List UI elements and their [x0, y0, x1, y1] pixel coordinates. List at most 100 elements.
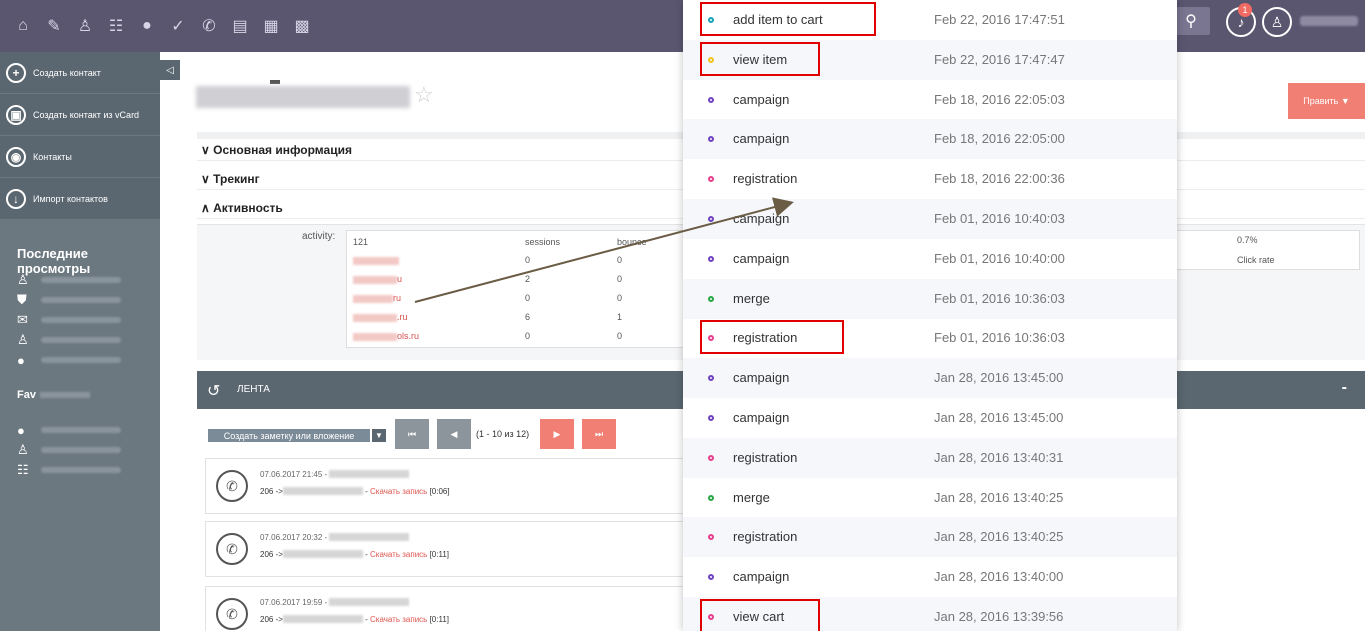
domain-blurred	[353, 276, 397, 284]
contacts-icon: ◉	[6, 146, 26, 167]
event-dot-icon	[708, 375, 714, 381]
sidebar-item-contacts[interactable]: ◉ Контакты	[0, 136, 160, 178]
collapse-sidebar-button[interactable]: ◁	[160, 60, 180, 80]
event-dot-icon	[708, 534, 714, 540]
prev-page-button[interactable]: ◀	[437, 419, 471, 449]
book-icon[interactable]: ▤	[227, 16, 253, 36]
event-row[interactable]: registration Feb 01, 2016 10:36:03	[683, 318, 1177, 358]
users-icon: ☷	[17, 462, 29, 477]
grid-icon[interactable]: ▩	[289, 16, 315, 36]
sessions-value: 0	[525, 293, 531, 303]
event-dot-icon	[708, 495, 714, 501]
domain-link[interactable]: .ru	[397, 312, 408, 322]
users-icon[interactable]: ☷	[103, 16, 129, 36]
event-row[interactable]: campaign Feb 01, 2016 10:40:00	[683, 239, 1177, 279]
domain-link[interactable]: u	[397, 274, 402, 284]
call-details: 206 -> - Скачать запись [0:11]	[260, 550, 449, 559]
event-row[interactable]: add item to cart Feb 22, 2016 17:47:51	[683, 0, 1177, 40]
edit-button[interactable]: Править ▼	[1288, 83, 1365, 119]
event-row[interactable]: campaign Feb 01, 2016 10:40:03	[683, 199, 1177, 239]
sessions-value: 6	[525, 312, 531, 322]
event-row[interactable]: campaign Feb 18, 2016 22:05:03	[683, 80, 1177, 120]
plus-icon: +	[6, 62, 26, 83]
call-time: 07.06.2017 19:59 -	[260, 597, 410, 607]
activity-table: 121 sessions bounce 0 0 u 2 0 ru 0 0 .ru…	[346, 230, 686, 348]
user-icon: ♙	[17, 272, 29, 287]
call-entry: ✆ 07.06.2017 19:59 - 206 -> - Скачать за…	[205, 586, 685, 631]
sidebar-item-create-vcard[interactable]: ▣ Создать контакт из vCard	[0, 94, 160, 136]
recent-views: Последние просмотры ♙ ⛊ ✉ ♙ ● Fav ● ♙ ☷	[0, 220, 160, 631]
download-record-link[interactable]: Скачать запись	[370, 550, 427, 559]
highlight-box	[700, 42, 820, 76]
call-entry: ✆ 07.06.2017 21:45 - 206 -> - Скачать за…	[205, 458, 685, 514]
bulb-icon[interactable]: ●	[134, 16, 160, 36]
event-name: registration	[733, 171, 798, 186]
vcard-icon: ▣	[6, 104, 26, 125]
event-date: Feb 01, 2016 10:36:03	[934, 291, 1065, 306]
domain-blurred	[353, 314, 397, 322]
click-rate-value: 0.7%	[1237, 235, 1258, 245]
event-row[interactable]: view cart Jan 28, 2016 13:39:56	[683, 597, 1177, 631]
sidebar-item-import[interactable]: ↓ Импорт контактов	[0, 178, 160, 220]
event-row[interactable]: merge Jan 28, 2016 13:40:25	[683, 478, 1177, 518]
check-icon[interactable]: ✓	[165, 16, 191, 36]
event-name: merge	[733, 291, 770, 306]
event-row[interactable]: campaign Jan 28, 2016 13:40:00	[683, 557, 1177, 597]
phone-icon[interactable]: ✆	[196, 16, 222, 36]
event-date: Jan 28, 2016 13:45:00	[934, 410, 1064, 425]
home-icon[interactable]: ⌂	[10, 16, 36, 36]
favorite-item[interactable]: ●	[0, 420, 160, 440]
event-row[interactable]: campaign Feb 18, 2016 22:05:00	[683, 119, 1177, 159]
event-date: Jan 28, 2016 13:40:00	[934, 569, 1064, 584]
last-page-button[interactable]: ⏭	[582, 419, 616, 449]
calendar-icon[interactable]: ▦	[258, 16, 284, 36]
event-name: campaign	[733, 251, 790, 266]
sidebar-item-create-contact[interactable]: + Создать контакт	[0, 52, 160, 94]
name-fragment	[270, 80, 280, 84]
favorite-item[interactable]: ☷	[0, 460, 160, 480]
event-row[interactable]: registration Jan 28, 2016 13:40:31	[683, 438, 1177, 478]
event-date: Feb 22, 2016 17:47:47	[934, 52, 1065, 67]
event-row[interactable]: campaign Jan 28, 2016 13:45:00	[683, 398, 1177, 438]
recent-item[interactable]: ♙	[0, 330, 160, 350]
search-icon[interactable]: ⚲	[1172, 7, 1210, 35]
sidebar-item-label: Создать контакт	[33, 67, 101, 78]
bounce-value: 0	[617, 274, 623, 284]
highlight-box	[700, 320, 844, 354]
star-icon[interactable]: ☆	[414, 82, 434, 108]
feed-title: ЛЕНТА	[237, 384, 270, 395]
create-note-button[interactable]: Создать заметку или вложение	[208, 429, 370, 442]
event-row[interactable]: campaign Jan 28, 2016 13:45:00	[683, 358, 1177, 398]
download-record-link[interactable]: Скачать запись	[370, 487, 427, 496]
bounce-value: 0	[617, 293, 623, 303]
favorite-item[interactable]: ♙	[0, 440, 160, 460]
sidebar-item-label: Создать контакт из vCard	[33, 109, 140, 120]
event-date: Feb 01, 2016 10:40:00	[934, 251, 1065, 266]
recent-item[interactable]: ●	[0, 350, 160, 370]
recent-item[interactable]: ✉	[0, 310, 160, 330]
user-name-blurred[interactable]	[1300, 16, 1358, 26]
recent-item[interactable]: ⛊	[0, 290, 160, 310]
avatar[interactable]: ♙	[1262, 7, 1292, 37]
top-nav-icons: ⌂ ✎ ♙ ☷ ● ✓ ✆ ▤ ▦ ▩	[10, 0, 320, 52]
event-row[interactable]: registration Feb 18, 2016 22:00:36	[683, 159, 1177, 199]
event-date: Jan 28, 2016 13:40:25	[934, 490, 1064, 505]
event-row[interactable]: view item Feb 22, 2016 17:47:47	[683, 40, 1177, 80]
download-record-link[interactable]: Скачать запись	[370, 615, 427, 624]
sidebar: + Создать контакт ▣ Создать контакт из v…	[0, 52, 160, 631]
event-name: registration	[733, 450, 798, 465]
event-dot-icon	[708, 296, 714, 302]
event-dot-icon	[708, 176, 714, 182]
first-page-button[interactable]: ⏮	[395, 419, 429, 449]
bounce-value: 0	[617, 255, 623, 265]
event-row[interactable]: registration Jan 28, 2016 13:40:25	[683, 517, 1177, 557]
collapse-feed-button[interactable]: -	[1342, 379, 1347, 397]
event-row[interactable]: merge Feb 01, 2016 10:36:03	[683, 279, 1177, 319]
user-icon[interactable]: ♙	[72, 16, 98, 36]
domain-link[interactable]: ols.ru	[397, 331, 419, 341]
edit-icon[interactable]: ✎	[41, 16, 67, 36]
chevron-down-icon[interactable]: ▼	[372, 429, 386, 442]
call-time: 07.06.2017 21:45 -	[260, 469, 410, 479]
next-page-button[interactable]: ▶	[540, 419, 574, 449]
domain-link[interactable]: ru	[393, 293, 401, 303]
